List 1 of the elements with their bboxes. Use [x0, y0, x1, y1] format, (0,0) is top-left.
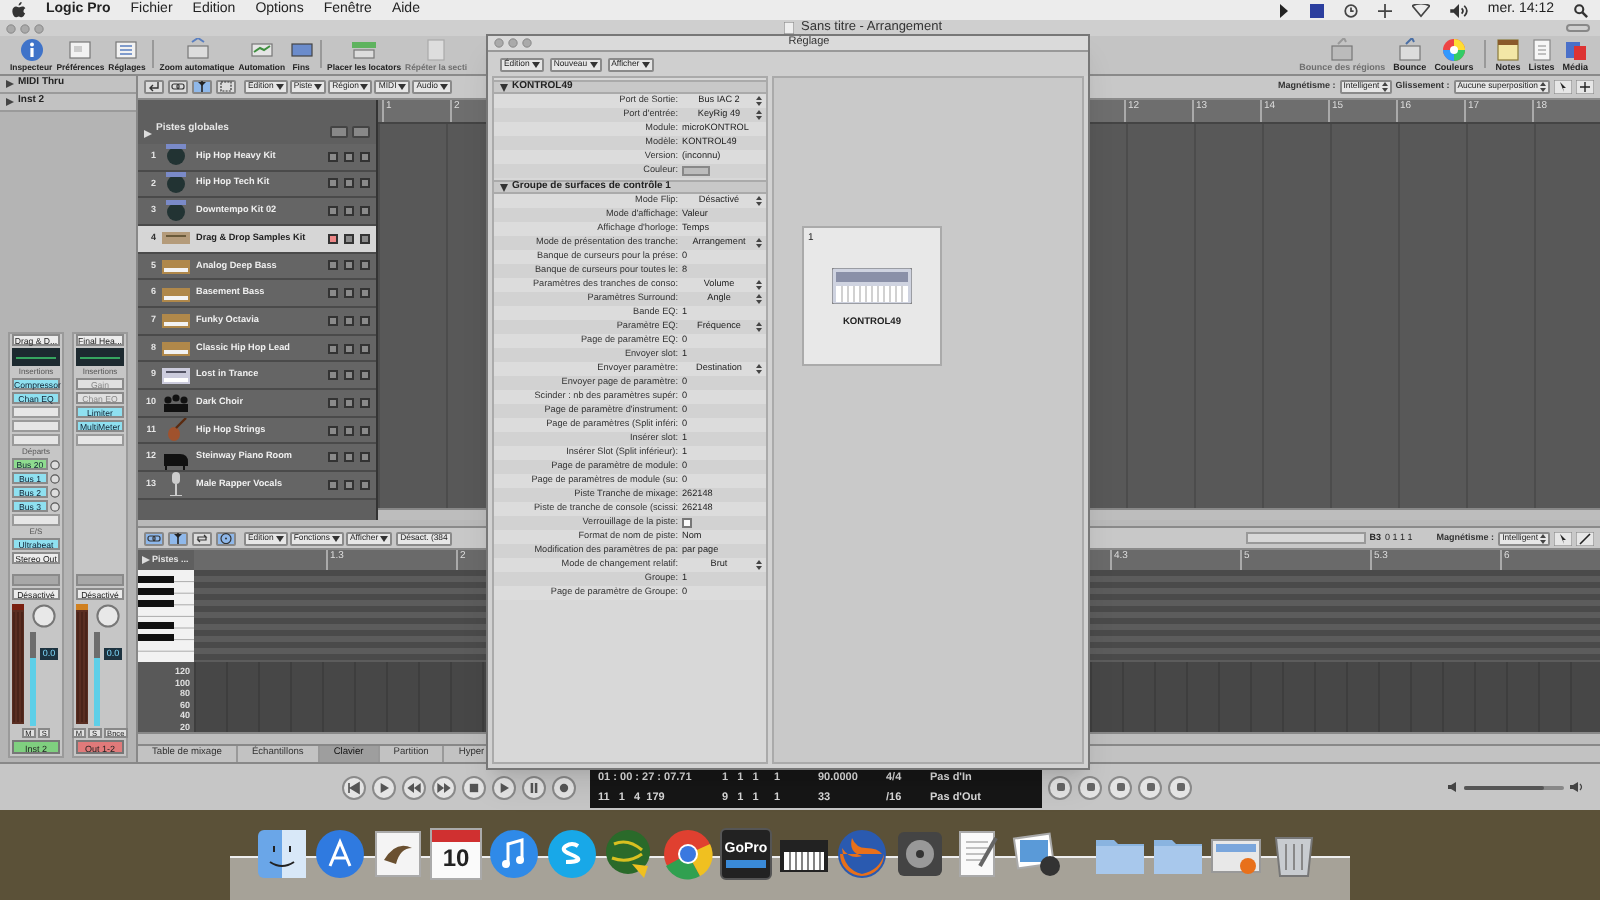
- calendar-date: 10: [442, 842, 470, 874]
